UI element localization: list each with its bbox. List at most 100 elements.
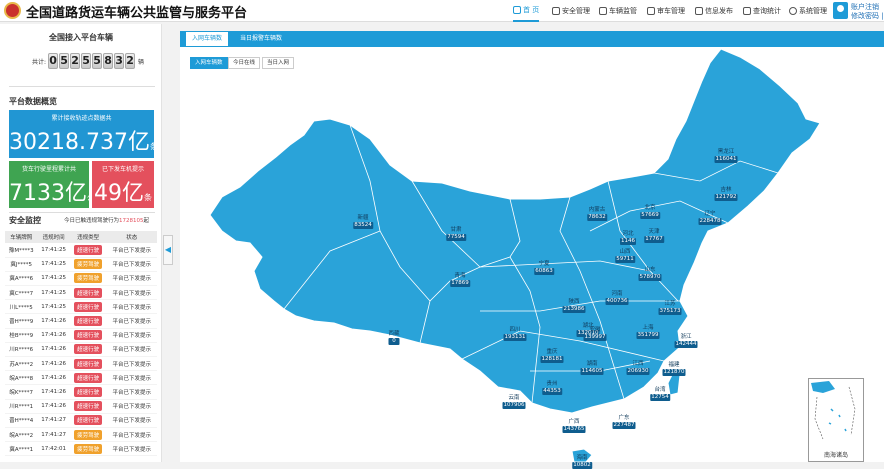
province-label[interactable]: 福建 121870 — [662, 362, 686, 376]
plate-cell: 冀C****7 — [5, 285, 38, 301]
table-row[interactable]: 冀J****5 17:41:25 疲劳驾驶 平台已下发提示 — [5, 257, 157, 272]
table-row[interactable]: 冀C****7 17:41:25 超速行驶 平台已下发提示 — [5, 285, 157, 301]
violation-type-badge: 超速行驶 — [74, 330, 103, 341]
nav-home[interactable]: 首 页 — [513, 0, 540, 22]
province-label[interactable]: 贵州 44353 — [542, 381, 562, 395]
counter-suffix: 辆 — [138, 58, 145, 66]
province-value: 375173 — [658, 308, 682, 315]
province-label[interactable]: 山西 59711 — [615, 249, 635, 263]
table-row[interactable]: 晋H****9 17:41:26 超速行驶 平台已下发提示 — [5, 313, 157, 329]
table-row[interactable]: 皖K****7 17:41:26 超速行驶 平台已下发提示 — [5, 384, 157, 400]
table-row[interactable]: 川L****5 17:41:25 超速行驶 平台已下发提示 — [5, 299, 157, 315]
province-value: 578970 — [638, 274, 662, 281]
province-label[interactable]: 安徽 139997 — [583, 327, 607, 341]
violation-type-badge: 疲劳驾驶 — [74, 443, 103, 454]
province-label[interactable]: 甘肃 77594 — [446, 227, 466, 241]
table-row[interactable]: 晋H****4 17:41:27 超速行驶 平台已下发提示 — [5, 413, 157, 428]
province-label[interactable]: 台湾 12754 — [650, 387, 670, 401]
province-value: 78632 — [587, 214, 607, 221]
province-label[interactable]: 黑龙江 116041 — [714, 149, 738, 163]
province-label[interactable]: 西藏 0 — [388, 331, 400, 345]
table-row[interactable]: 桂B****9 17:41:26 超速行驶 平台已下发提示 — [5, 328, 157, 343]
table-row[interactable]: 豫M****3 17:41:25 超速行驶 平台已下发提示 — [5, 243, 157, 258]
province-label[interactable]: 海南 10802 — [572, 455, 592, 469]
subtab-online-today[interactable]: 今日在线 — [228, 57, 261, 69]
province-label[interactable]: 广西 143765 — [562, 419, 586, 433]
table-row[interactable]: 皖A****2 17:41:27 疲劳驾驶 平台已下发提示 — [5, 427, 157, 443]
table-row[interactable]: 冀A****1 17:42:01 疲劳驾驶 平台已下发提示 — [5, 441, 157, 457]
province-name: 北京 — [644, 205, 656, 211]
province-label[interactable]: 新疆 83524 — [353, 215, 373, 229]
change-password-link[interactable]: 修改密码 | — [851, 11, 884, 21]
province-value: 0 — [388, 338, 400, 345]
province-label[interactable]: 云南 107906 — [502, 395, 526, 409]
province-name: 贵州 — [546, 381, 558, 387]
province-value: 121792 — [714, 194, 738, 201]
province-value: 107906 — [502, 402, 526, 409]
time-cell: 17:41:25 — [37, 243, 70, 258]
nav-inspection[interactable]: 审车管理 — [647, 0, 685, 22]
plate-cell: 晋H****9 — [5, 313, 38, 329]
violation-type-badge: 超速行驶 — [74, 287, 103, 298]
gear-icon — [789, 7, 797, 15]
table-row[interactable]: 苏A****2 17:41:26 超速行驶 平台已下发提示 — [5, 356, 157, 372]
violation-table-body: 豫M****3 17:41:25 超速行驶 平台已下发提示 冀J****5 17:41:2… — [5, 243, 157, 457]
counter-digit: 0 — [48, 53, 59, 69]
table-row[interactable]: 川R****6 17:41:26 超速行驶 平台已下发提示 — [5, 342, 157, 358]
province-value: 400736 — [605, 298, 629, 305]
subtab-joined-today[interactable]: 当日入网 — [262, 57, 295, 69]
province-value: 10802 — [572, 462, 592, 469]
nav-safety[interactable]: 安全管理 — [552, 0, 590, 22]
province-label[interactable]: 内蒙古 78632 — [587, 207, 607, 221]
nav-info[interactable]: 信息发布 — [695, 0, 733, 22]
province-label[interactable]: 河南 400736 — [605, 291, 629, 305]
violation-type-badge: 超速行驶 — [74, 244, 103, 255]
province-name: 黑龙江 — [717, 149, 735, 155]
province-label[interactable]: 江西 206930 — [626, 361, 650, 375]
province-name: 吉林 — [720, 187, 732, 193]
province-value: 116041 — [714, 156, 738, 163]
status-cell: 平台已下发提示 — [106, 299, 157, 315]
province-label[interactable]: 青海 17869 — [450, 273, 470, 287]
status-cell: 平台已下发提示 — [106, 370, 157, 386]
province-label[interactable]: 辽宁 228478 — [698, 211, 722, 225]
province-label[interactable]: 四川 193131 — [503, 327, 527, 341]
counter-digit: 5 — [81, 53, 92, 69]
province-label[interactable]: 北京 57669 — [640, 205, 660, 219]
province-label[interactable]: 江苏 375173 — [658, 301, 682, 315]
emblem-logo — [4, 2, 21, 19]
province-label[interactable]: 重庆 128181 — [540, 349, 564, 363]
province-value: 17767 — [644, 236, 664, 243]
province-name: 广东 — [618, 415, 630, 421]
nav-vehicle-label: 车辆监管 — [609, 7, 637, 15]
province-label[interactable]: 湖南 114605 — [580, 361, 604, 375]
subtab-registered[interactable]: 入网车辆数 — [190, 57, 228, 69]
table-row[interactable]: 皖A****8 17:41:26 超速行驶 平台已下发提示 — [5, 370, 157, 386]
nav-stats[interactable]: 查询统计 — [743, 0, 781, 22]
province-name: 台湾 — [654, 387, 666, 393]
province-value: 128181 — [540, 356, 564, 363]
province-label[interactable]: 吉林 121792 — [714, 187, 738, 201]
collapse-panel-button[interactable]: ◀ — [163, 235, 173, 265]
nav-vehicle[interactable]: 车辆监管 — [599, 0, 637, 22]
nav-system[interactable]: 系统管理 — [789, 0, 827, 22]
province-label[interactable]: 上海 351799 — [636, 325, 660, 339]
plate-cell: 皖A****8 — [5, 370, 38, 386]
province-label[interactable]: 宁夏 60863 — [534, 261, 554, 275]
violation-table: 车辆牌照 违规时间 违规类型 状态 豫M****3 17:41:25 超速行驶 平台已… — [5, 231, 157, 457]
table-row[interactable]: 川R****1 17:41:26 超速行驶 平台已下发提示 — [5, 399, 157, 414]
user-avatar[interactable] — [833, 2, 848, 19]
time-cell: 17:41:26 — [37, 328, 70, 343]
counter-prefix: 共计: — [32, 58, 47, 66]
province-label[interactable]: 浙江 142444 — [674, 334, 698, 348]
province-label[interactable]: 天津 17767 — [644, 229, 664, 243]
province-label[interactable]: 陕西 213986 — [562, 299, 586, 313]
table-row[interactable]: 冀A****6 17:41:25 疲劳驾驶 平台已下发提示 — [5, 271, 157, 287]
home-icon — [513, 6, 521, 14]
province-value: 143765 — [562, 426, 586, 433]
province-value: 77594 — [446, 234, 466, 241]
province-name: 安徽 — [589, 327, 601, 333]
province-label[interactable]: 山东 578970 — [638, 267, 662, 281]
province-label[interactable]: 广东 227487 — [612, 415, 636, 429]
province-label[interactable]: 河北 1146 — [620, 231, 636, 245]
